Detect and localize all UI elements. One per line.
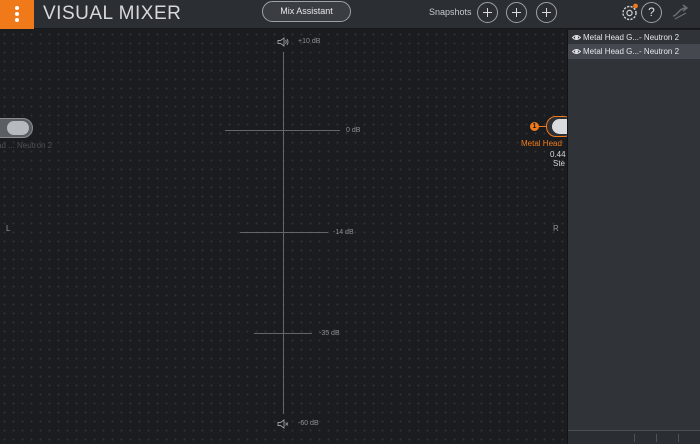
db-label-top: +10 dB bbox=[298, 38, 321, 45]
eye-icon[interactable] bbox=[572, 33, 581, 42]
track-name: Metal Head G...- Neutron 2 bbox=[583, 47, 680, 56]
track-row-selected[interactable]: Metal Head G...- Neutron 2 bbox=[568, 44, 700, 59]
db-label-35: -35 dB bbox=[319, 330, 340, 337]
gridline-0db bbox=[225, 130, 340, 131]
node-knob bbox=[7, 121, 29, 135]
track-list-panel: Metal Head G...- Neutron 2 Metal Head G.… bbox=[567, 30, 700, 444]
track-node-left[interactable] bbox=[0, 118, 33, 138]
visual-mixer-stage[interactable]: +10 dB 0 dB -14 dB -35 dB -60 dB L R ad … bbox=[0, 30, 567, 444]
track-row[interactable]: Metal Head G...- Neutron 2 bbox=[568, 30, 700, 45]
speaker-icon bbox=[277, 37, 289, 47]
panel-scrollbar[interactable] bbox=[568, 430, 700, 444]
db-label-0: 0 dB bbox=[346, 127, 361, 134]
track-node-right-selected[interactable] bbox=[546, 116, 567, 137]
eye-icon[interactable] bbox=[572, 47, 581, 56]
snapshots-label: Snapshots bbox=[429, 7, 472, 17]
app-title: VISUAL MIXER bbox=[43, 3, 182, 24]
db-label-14: -14 dB bbox=[333, 229, 354, 236]
node-knob bbox=[552, 119, 567, 134]
node-number-badge: 1 bbox=[530, 122, 539, 131]
pan-left-label: L bbox=[6, 224, 11, 233]
snapshot-add-button-3[interactable] bbox=[536, 2, 557, 23]
divider bbox=[656, 434, 657, 442]
track-node-right-value: 0.44 bbox=[550, 150, 566, 159]
track-node-left-label: ad ... Neutron 2 bbox=[0, 141, 53, 150]
db-label-bottom: -60 dB bbox=[298, 420, 319, 427]
settings-button[interactable] bbox=[619, 2, 640, 23]
track-node-right-name: Metal Head bbox=[521, 139, 562, 148]
gridline-35db bbox=[254, 333, 312, 334]
header-bar: VISUAL MIXER Mix Assistant Snapshots ? bbox=[0, 0, 700, 29]
menu-dot bbox=[15, 12, 19, 16]
pan-right-label: R bbox=[553, 224, 559, 233]
snapshot-add-button-2[interactable] bbox=[506, 2, 527, 23]
speaker-mute-icon bbox=[277, 419, 289, 429]
help-button[interactable]: ? bbox=[641, 2, 662, 23]
track-node-right-mode: Ste bbox=[553, 159, 566, 168]
divider bbox=[634, 434, 635, 442]
snapshot-add-button-1[interactable] bbox=[477, 2, 498, 23]
menu-dot bbox=[15, 6, 19, 10]
gear-icon bbox=[622, 3, 638, 21]
volume-axis bbox=[283, 52, 284, 414]
mix-assistant-button[interactable]: Mix Assistant bbox=[262, 1, 351, 22]
track-name: Metal Head G...- Neutron 2 bbox=[583, 33, 680, 42]
gridline-14db bbox=[240, 232, 328, 233]
menu-button[interactable] bbox=[0, 0, 34, 29]
menu-dot bbox=[15, 18, 19, 22]
routing-icon[interactable] bbox=[670, 2, 691, 23]
divider bbox=[678, 434, 679, 442]
